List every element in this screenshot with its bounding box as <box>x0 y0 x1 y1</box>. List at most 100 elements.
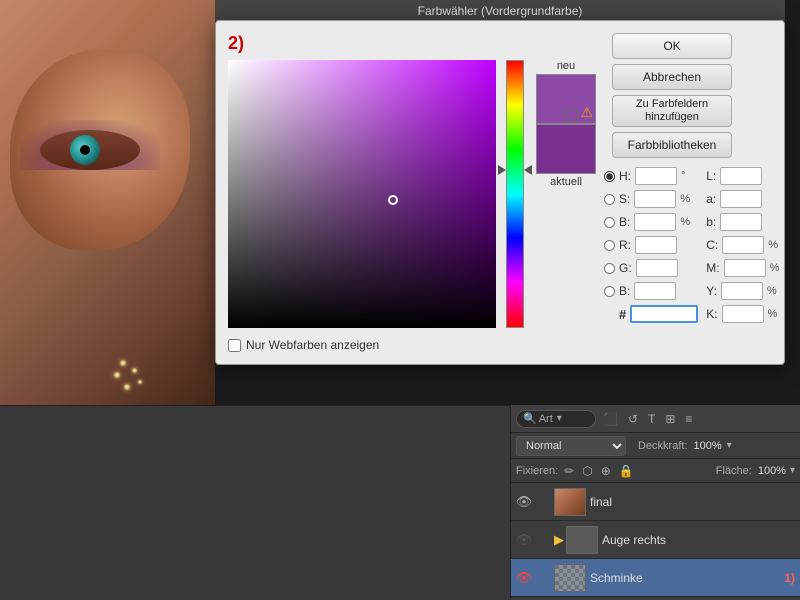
green-radio[interactable] <box>604 263 615 274</box>
M-input[interactable]: 80 <box>724 259 766 277</box>
layer-item-schminke[interactable]: 👁 Schminke 1) <box>511 559 800 597</box>
red-field-row: R: 142 <box>604 235 698 255</box>
fix-label: Fixieren: <box>516 465 558 477</box>
fix-icon-1[interactable]: ✏ <box>562 464 576 478</box>
green-input[interactable]: 72 <box>636 259 678 277</box>
blue-input[interactable]: 165 <box>634 282 676 300</box>
libraries-button[interactable]: Farbbibliotheken <box>612 132 732 158</box>
saturation-input[interactable]: 56 <box>634 190 676 208</box>
opacity-arrow[interactable]: ▾ <box>727 440 732 451</box>
red-input[interactable]: 142 <box>635 236 677 254</box>
eye-area <box>20 120 180 200</box>
b-input[interactable]: -36 <box>720 213 762 231</box>
fix-icon-3[interactable]: ⊕ <box>599 464 613 478</box>
a-input[interactable]: 49 <box>720 190 762 208</box>
title-bar: Farbwähler (Vordergrundfarbe) <box>215 0 785 22</box>
flaeche-value: 100% <box>758 465 786 477</box>
toolbar-icon-2[interactable]: ↺ <box>625 412 641 426</box>
Y-field-row: Y: 0 % <box>706 281 779 301</box>
ok-button[interactable]: OK <box>612 33 732 59</box>
earring-dot <box>138 380 142 384</box>
brightness-field-row: B: 65 % <box>604 212 698 232</box>
layer-name-schminke: Schminke <box>590 571 776 585</box>
blue-radio[interactable] <box>604 286 615 297</box>
dialog-label-2: 2) <box>228 33 591 54</box>
green-field-row: G: 72 <box>604 258 698 278</box>
button-area: OK Abbrechen Zu Farbfeldern hinzufügen F… <box>612 33 779 158</box>
saturation-unit: % <box>680 193 690 205</box>
hue-unit: ° <box>681 170 685 182</box>
layer-visibility-auge[interactable]: 👁 <box>516 532 532 548</box>
add-to-swatches-button[interactable]: Zu Farbfeldern hinzufügen <box>612 95 732 127</box>
cancel-button[interactable]: Abbrechen <box>612 64 732 90</box>
flaeche-arrow[interactable]: ▾ <box>790 465 795 476</box>
layer-visibility-schminke[interactable]: 👁 <box>516 570 532 586</box>
hex-hash: # <box>619 307 626 322</box>
saturation-field-row: S: 56 % <box>604 189 698 209</box>
layers-toolbar: 🔍 Art ▾ ⬛ ↺ T ⊞ ≡ <box>511 405 800 433</box>
Y-input[interactable]: 0 <box>721 282 763 300</box>
fix-icon-4[interactable]: 🔒 <box>617 464 636 478</box>
layer-link-auge <box>536 533 550 547</box>
brightness-input[interactable]: 65 <box>634 213 676 231</box>
hue-slider-wrapper[interactable] <box>506 60 524 328</box>
layers-panel: 🔍 Art ▾ ⬛ ↺ T ⊞ ≡ Normal Deckkraft: 100%… <box>510 405 800 600</box>
preview-new-swatch[interactable]: ⚠ <box>536 74 596 124</box>
buttons-column: OK Abbrechen Zu Farbfeldern hinzufügen F… <box>612 33 732 158</box>
layer-name-final: final <box>590 495 795 509</box>
color-picker-area: neu ⚠ aktuell <box>228 60 596 328</box>
green-label: G: <box>619 261 632 275</box>
fix-icon-2[interactable]: ⬡ <box>580 464 594 478</box>
layer-visibility-final[interactable]: 👁 <box>516 494 532 510</box>
L-field-row: L: 45 <box>706 166 779 186</box>
saturation-radio[interactable] <box>604 194 615 205</box>
hex-input[interactable]: 8e48a5 <box>630 305 698 323</box>
webcolors-checkbox[interactable] <box>228 339 241 352</box>
color-fields-area: H: 285 ° S: 56 % B: 65 <box>604 166 779 324</box>
blend-mode-dropdown[interactable]: Normal <box>516 436 626 456</box>
opacity-label: Deckkraft: <box>638 440 688 452</box>
brightness-label: B: <box>619 215 630 229</box>
hue-slider[interactable] <box>506 60 524 328</box>
preview-new-label: neu <box>536 60 596 72</box>
color-gradient-square[interactable] <box>228 60 496 328</box>
layer-badge-schminke: 1) <box>784 571 795 585</box>
b-label: b: <box>706 215 716 229</box>
preview-current-swatch <box>536 124 596 174</box>
saturation-label: S: <box>619 192 630 206</box>
M-label: M: <box>706 261 719 275</box>
layer-item-final[interactable]: 👁 final <box>511 483 800 521</box>
L-input[interactable]: 45 <box>720 167 762 185</box>
color-picker-dialog: 2) neu <box>215 20 785 365</box>
flaeche-label: Fläche: <box>716 465 752 477</box>
hue-radio[interactable] <box>604 171 615 182</box>
window-title: Farbwähler (Vordergrundfarbe) <box>418 4 583 18</box>
blue-label: B: <box>619 284 630 298</box>
toolbar-icon-menu[interactable]: ≡ <box>682 412 695 426</box>
toolbar-icon-1[interactable]: ⬛ <box>600 412 621 426</box>
brightness-radio[interactable] <box>604 217 615 228</box>
hue-arrow-right <box>524 165 532 175</box>
search-dropdown-arrow[interactable]: ▾ <box>557 413 562 424</box>
toolbar-icon-T[interactable]: T <box>645 412 658 426</box>
C-label: C: <box>706 238 718 252</box>
layer-item-auge[interactable]: 👁 ▶ Auge rechts <box>511 521 800 559</box>
layer-thumb-auge <box>566 526 598 554</box>
red-radio[interactable] <box>604 240 615 251</box>
toolbar-icon-3[interactable]: ⊞ <box>662 412 678 426</box>
preview-current-label: aktuell <box>536 176 596 188</box>
hex-field-row: # 8e48a5 <box>604 304 698 324</box>
search-icon: 🔍 <box>523 412 537 425</box>
blend-mode-row: Normal Deckkraft: 100% ▾ <box>511 433 800 459</box>
earring-dot <box>114 372 120 378</box>
C-input[interactable]: 51 <box>722 236 764 254</box>
color-square-wrapper[interactable] <box>228 60 496 328</box>
search-box[interactable]: 🔍 Art ▾ <box>516 410 596 428</box>
M-unit: % <box>770 262 780 274</box>
opacity-value: 100% <box>694 440 722 452</box>
eye-shape <box>40 130 140 170</box>
a-label: a: <box>706 192 716 206</box>
eye-pupil <box>80 145 90 155</box>
hue-input[interactable]: 285 <box>635 167 677 185</box>
K-input[interactable]: 0 <box>722 305 764 323</box>
